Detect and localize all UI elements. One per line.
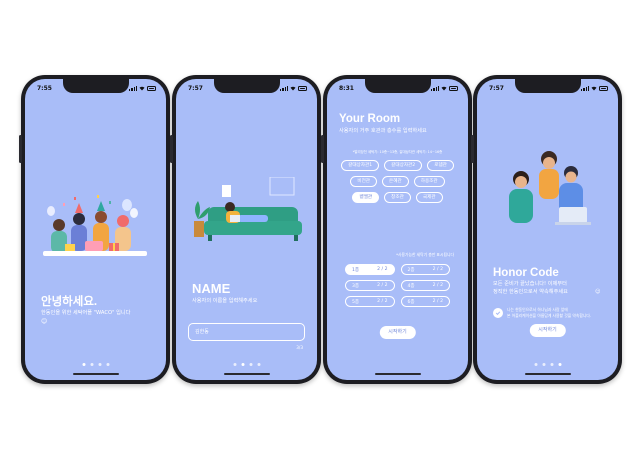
honor-title: Honor Code	[493, 267, 559, 279]
check-icon	[495, 311, 501, 316]
wifi-icon	[290, 86, 296, 91]
signal-icon	[280, 86, 288, 91]
home-indicator[interactable]	[374, 372, 421, 375]
welcome-screen: 7:55 안녕하세요. 한동인을 위한 세탁어플 "WACO" 입니다 😊	[25, 79, 166, 380]
honor-subtitle-1: 모든 준비가 끝났습니다! 이제부터	[493, 281, 567, 287]
smile-emoji: 😊	[41, 318, 48, 325]
floor-hint: *사용가능한 세탁기 층만 표시됩니다	[396, 252, 454, 257]
floor-count: 2 / 2	[377, 267, 388, 272]
building-chip[interactable]: 은혜관	[382, 176, 409, 187]
floor-label: 6층	[407, 299, 415, 305]
home-indicator[interactable]	[223, 372, 270, 375]
status-bar: 7:55	[37, 85, 156, 95]
party-illustration	[43, 195, 147, 256]
char-counter: 3/3	[296, 345, 303, 350]
page-dot[interactable]	[249, 363, 252, 366]
page-dot[interactable]	[90, 363, 93, 366]
floor-label: 5층	[352, 299, 360, 305]
status-time: 7:55	[37, 85, 52, 92]
floor-option[interactable]: 3층 2 / 2	[345, 280, 395, 291]
status-bar: 8:31	[339, 85, 458, 95]
page-indicator	[534, 363, 561, 366]
name-subtitle: 사용자의 이름을 입력해주세요	[192, 298, 258, 304]
start-button[interactable]: 시작하기	[529, 324, 566, 337]
phone-room: 8:31 Your Room 사용자의 거주 호관과 층수를 입력하세요 *알리…	[321, 75, 472, 384]
floor-option[interactable]: 6층 2 / 2	[400, 296, 450, 307]
battery-icon	[599, 86, 608, 91]
room-subtitle: 사용자의 거주 호관과 층수를 입력하세요	[339, 128, 427, 134]
floor-count: 2 / 2	[432, 283, 443, 288]
start-button[interactable]: 시작하기	[379, 326, 416, 339]
name-input[interactable]: 김한동	[188, 323, 305, 341]
page-dot[interactable]	[257, 363, 260, 366]
building-hint: *알리당천 세탁기: 10층~13층, 갈대상자관 세탁기: 14~16층	[352, 150, 443, 154]
floor-grid: 1층 2 / 2 2층 2 / 2 3층 2 / 2 4층 2 / 2 5층 2 / 2 6층 2 /…	[345, 264, 450, 307]
name-screen: 7:57 NAME 사용자의 이름을 입력해주세요 김한동 3/3	[176, 79, 317, 380]
page-dot[interactable]	[550, 363, 553, 366]
page-dot[interactable]	[241, 363, 244, 366]
wifi-icon	[591, 86, 597, 91]
floor-label: 2층	[407, 267, 415, 273]
honor-subtitle-2: 정직한 한동인으로서 약속해주세요	[493, 289, 568, 295]
signal-icon	[581, 86, 589, 91]
wifi-icon	[139, 86, 145, 91]
floor-label: 3층	[352, 283, 360, 289]
name-title: NAME	[192, 281, 231, 296]
welcome-subtitle: 한동인을 위한 세탁어플 "WACO" 입니다	[41, 310, 131, 316]
floor-count: 2 / 2	[432, 267, 443, 272]
room-screen: 8:31 Your Room 사용자의 거주 호관과 층수를 입력하세요 *알리…	[327, 79, 468, 380]
building-chips: 갈대상자관1 갈대상자관2 로뎀관비전관 은혜관 하용조관벧엘관 창조관 국제관	[337, 160, 458, 203]
building-chip[interactable]: 하용조관	[413, 176, 445, 187]
phone-welcome: 7:55 안녕하세요. 한동인을 위한 세탁어플 "WACO" 입니다 😊	[19, 75, 170, 384]
sofa-illustration	[194, 177, 302, 241]
room-title: Your Room	[339, 113, 401, 125]
page-dot[interactable]	[558, 363, 561, 366]
team-illustration	[509, 151, 591, 225]
battery-icon	[298, 86, 307, 91]
page-dot[interactable]	[534, 363, 537, 366]
phone-name: 7:57 NAME 사용자의 이름을 입력해주세요 김한동 3/3	[170, 75, 321, 384]
honor-screen: 7:57 Honor Code 모든 준비가 끝났습니다! 이제부터 정직한 한…	[477, 79, 618, 380]
status-bar: 7:57	[188, 85, 307, 95]
wifi-icon	[441, 86, 447, 91]
status-time: 7:57	[489, 85, 504, 92]
page-indicator	[233, 363, 260, 366]
phone-honor: 7:57 Honor Code 모든 준비가 끝났습니다! 이제부터 정직한 한…	[471, 75, 622, 384]
signal-icon	[129, 86, 137, 91]
building-chip[interactable]: 비전관	[350, 176, 378, 187]
status-time: 8:31	[339, 85, 354, 92]
status-bar: 7:57	[489, 85, 608, 95]
page-dot[interactable]	[82, 363, 85, 366]
floor-option[interactable]: 5층 2 / 2	[345, 296, 395, 307]
floor-count: 2 / 2	[377, 283, 388, 288]
floor-option[interactable]: 1층 2 / 2	[345, 264, 395, 275]
building-chip[interactable]: 로뎀관	[427, 160, 454, 171]
signal-icon	[431, 86, 439, 91]
floor-option[interactable]: 2층 2 / 2	[400, 264, 450, 275]
home-indicator[interactable]	[524, 372, 571, 375]
building-chip[interactable]: 국제관	[415, 192, 443, 203]
building-chip[interactable]: 벧엘관	[352, 192, 380, 203]
page-dot[interactable]	[233, 363, 236, 366]
page-dot[interactable]	[106, 363, 109, 366]
home-indicator[interactable]	[72, 372, 119, 375]
building-chip[interactable]: 창조관	[384, 192, 411, 203]
page-dot[interactable]	[542, 363, 545, 366]
agree-text-2: 본 어플리케이션을 아름답게 사용할 것을 약속합니다.	[507, 313, 592, 318]
page-indicator	[82, 363, 109, 366]
welcome-title: 안녕하세요.	[41, 296, 98, 308]
building-chip[interactable]: 갈대상자관1	[341, 160, 380, 171]
agree-checkbox[interactable]	[493, 308, 503, 318]
floor-label: 4층	[407, 283, 415, 289]
building-chip[interactable]: 갈대상자관2	[384, 160, 423, 171]
page-dot[interactable]	[98, 363, 101, 366]
battery-icon	[449, 86, 458, 91]
smile-emoji: 😊	[595, 289, 601, 295]
floor-option[interactable]: 4층 2 / 2	[400, 280, 450, 291]
status-time: 7:57	[188, 85, 203, 92]
floor-count: 2 / 2	[377, 299, 388, 304]
floor-label: 1층	[352, 267, 360, 273]
battery-icon	[147, 86, 156, 91]
floor-count: 2 / 2	[432, 299, 443, 304]
